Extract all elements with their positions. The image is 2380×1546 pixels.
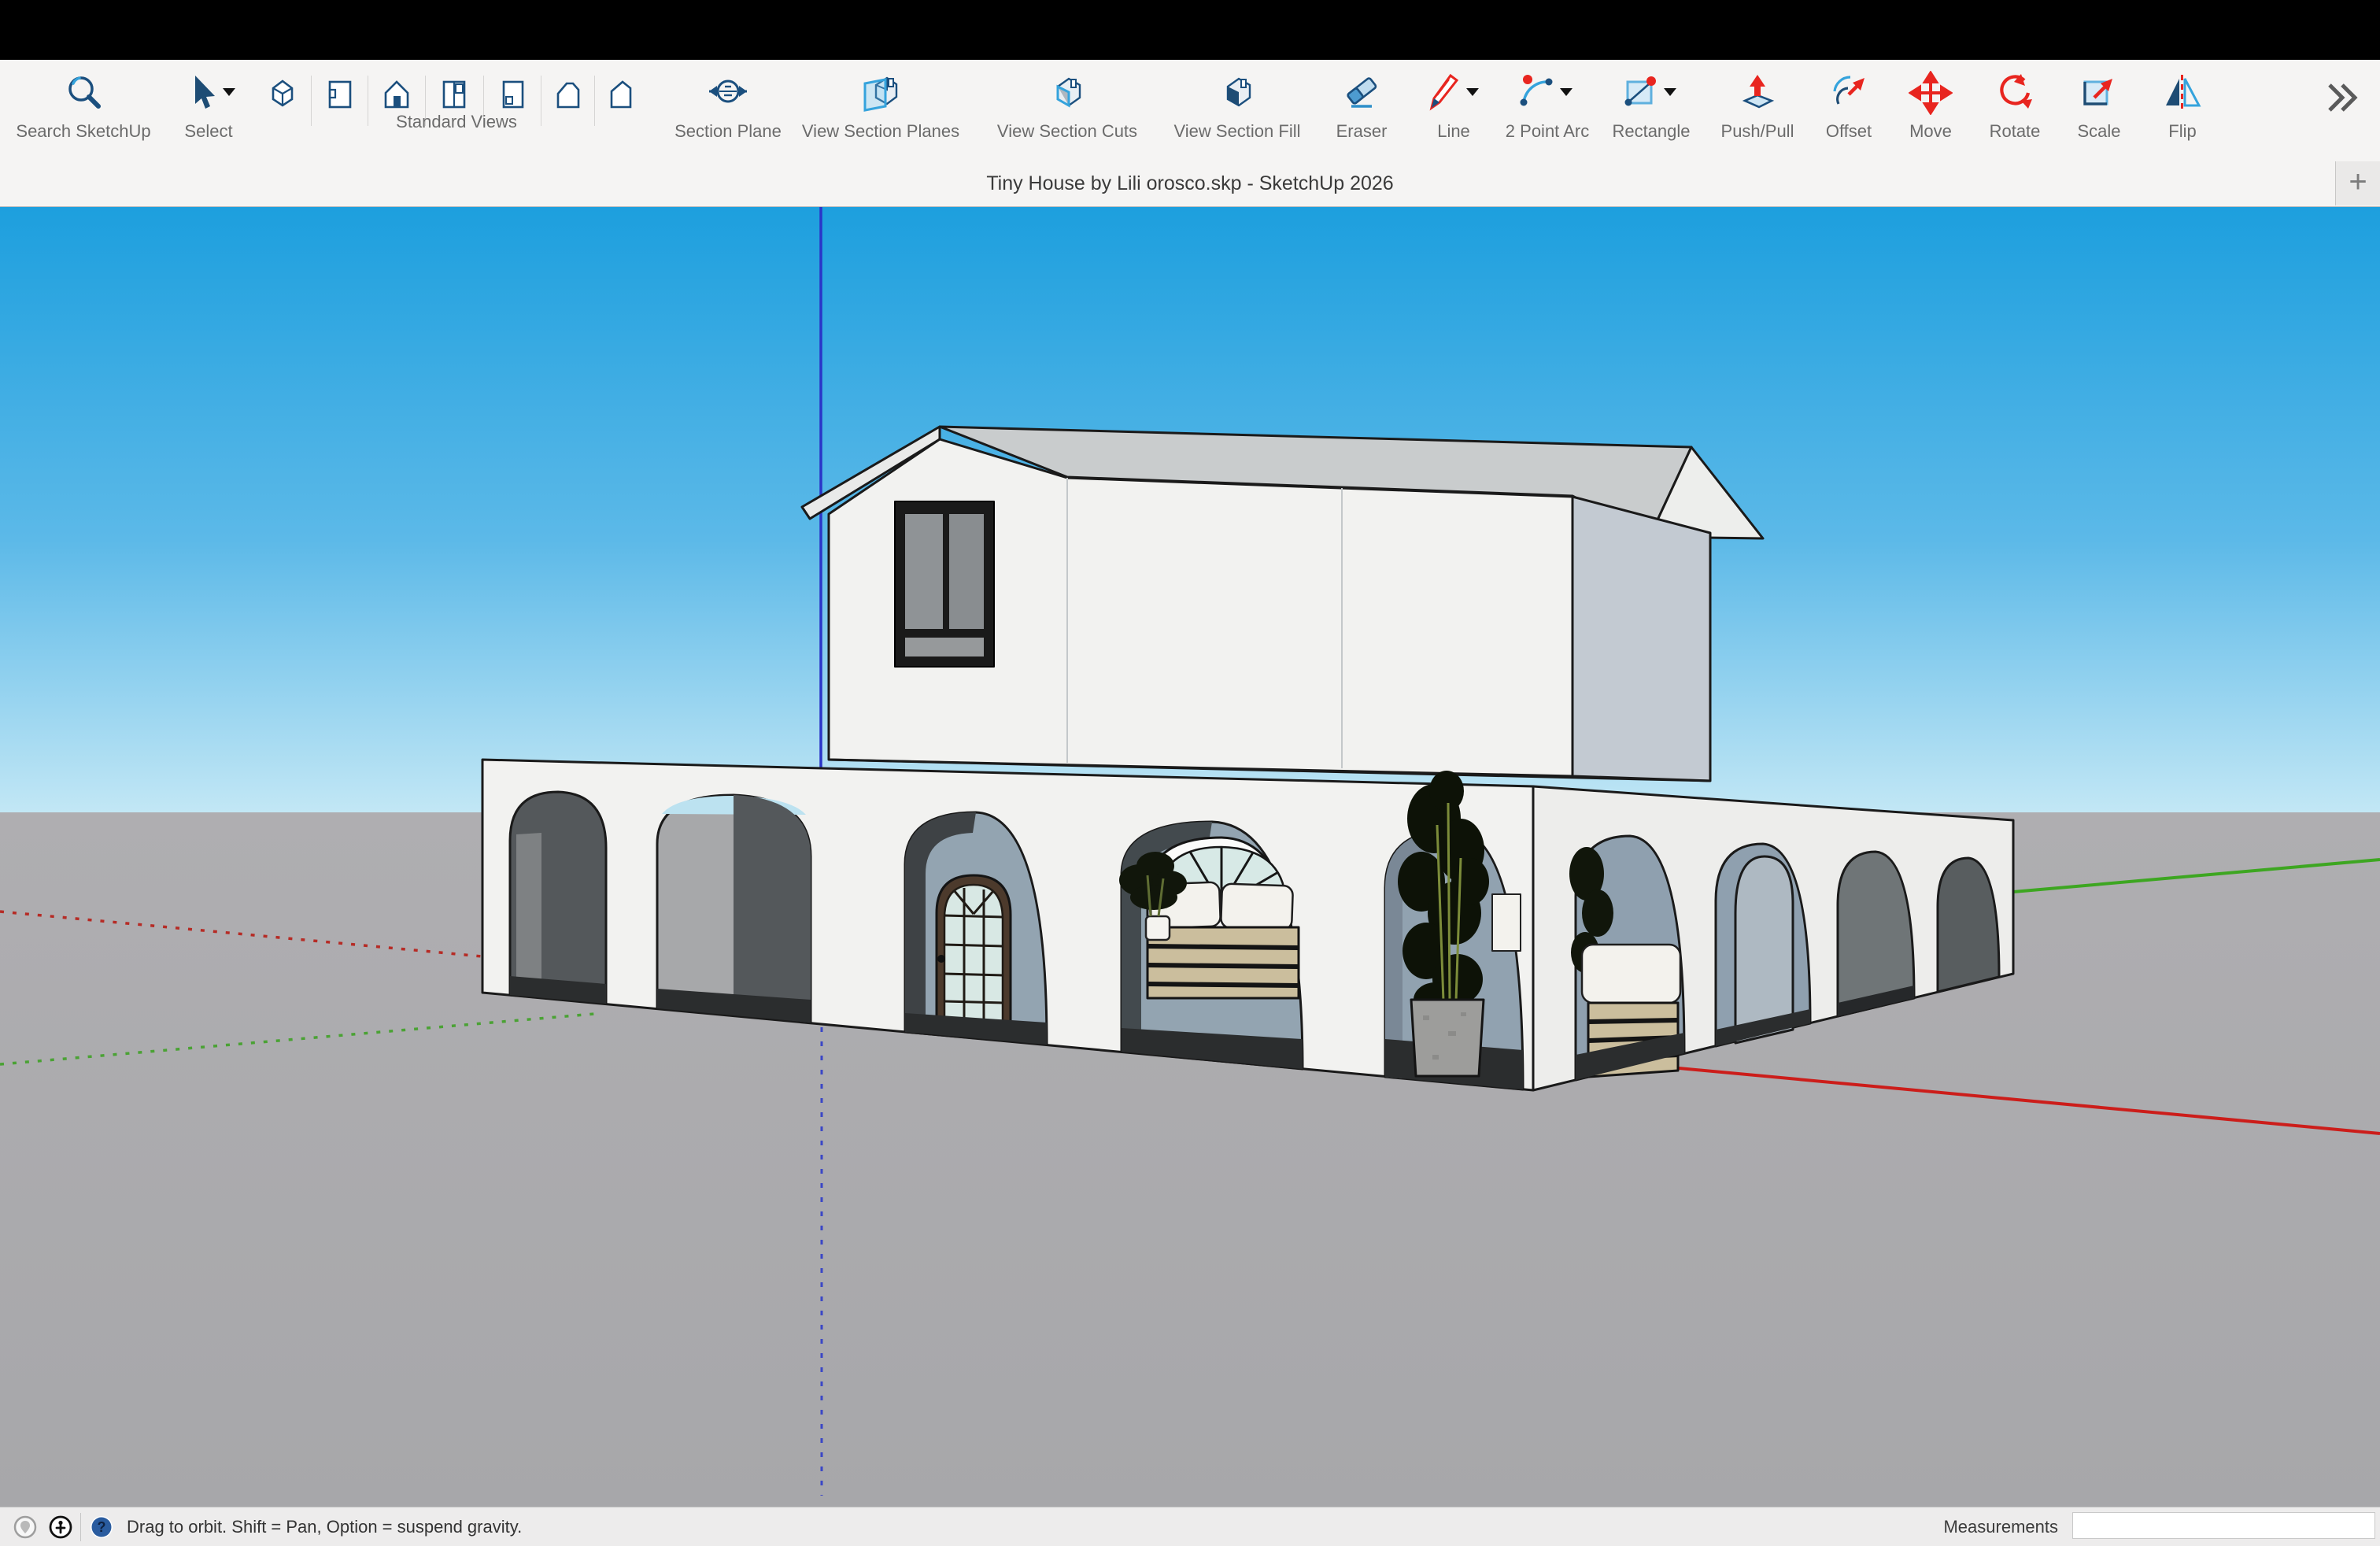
chevron-down-icon bbox=[223, 88, 235, 96]
arch-opening bbox=[510, 792, 606, 1004]
view-section-planes-button[interactable]: View Section Planes bbox=[786, 71, 975, 142]
concrete-planter bbox=[1411, 1000, 1484, 1076]
front-view-icon[interactable] bbox=[379, 72, 414, 117]
arch-opening bbox=[657, 795, 811, 1023]
sketchup-window: Search SketchUp Select bbox=[0, 0, 2380, 1546]
back-view-icon[interactable] bbox=[496, 72, 530, 117]
flip-icon bbox=[2160, 71, 2204, 115]
house-plane-icon bbox=[859, 71, 903, 115]
cursor-icon bbox=[176, 71, 242, 115]
tool-label: Standard Views bbox=[362, 112, 551, 132]
toolbar-separator bbox=[594, 76, 595, 126]
tool-label: Flip bbox=[2088, 121, 2277, 142]
person-icon[interactable] bbox=[49, 1515, 72, 1539]
toolbar-separator bbox=[311, 76, 312, 126]
sofa-arm-cushion bbox=[1492, 894, 1521, 951]
house-cut-icon bbox=[1045, 71, 1089, 115]
geolocation-icon[interactable] bbox=[13, 1515, 37, 1539]
document-title: Tiny House by Lili orosco.skp - SketchUp… bbox=[0, 172, 2380, 195]
status-bar: ? Drag to orbit. Shift = Pan, Option = s… bbox=[0, 1507, 2380, 1546]
svg-text:?: ? bbox=[98, 1519, 106, 1535]
tool-label: Select bbox=[114, 121, 303, 142]
top-view-icon[interactable] bbox=[551, 72, 586, 117]
upstairs-window bbox=[895, 501, 994, 667]
statusbar-divider bbox=[80, 1513, 81, 1541]
model-viewport[interactable] bbox=[0, 207, 2380, 1507]
door-handle bbox=[937, 955, 945, 963]
chevrons-right-icon bbox=[2319, 80, 2363, 115]
upper-story-side-wall bbox=[1572, 497, 1710, 781]
measurements-label: Measurements bbox=[1943, 1517, 2058, 1537]
title-bar: Tiny House by Lili orosco.skp - SketchUp… bbox=[0, 161, 2380, 207]
more-tools-button[interactable] bbox=[2246, 80, 2380, 115]
tool-label: View Section Cuts bbox=[973, 121, 1162, 142]
help-icon[interactable]: ? bbox=[90, 1515, 113, 1539]
status-hint: Drag to orbit. Shift = Pan, Option = sus… bbox=[127, 1517, 522, 1537]
section-plane-icon bbox=[706, 71, 750, 115]
tool-label: View Section Planes bbox=[786, 121, 975, 142]
right-view-icon[interactable] bbox=[437, 72, 471, 117]
house-fill-icon bbox=[1215, 71, 1259, 115]
top-black-bar bbox=[0, 0, 2380, 60]
standard-views-group: Standard Views bbox=[362, 112, 551, 132]
model-canvas bbox=[0, 207, 2380, 1507]
left-view-icon[interactable] bbox=[322, 72, 357, 117]
main-toolbar: Search SketchUp Select bbox=[0, 60, 2380, 161]
iso-view-icon[interactable] bbox=[265, 72, 300, 117]
measurements-input[interactable] bbox=[2072, 1512, 2375, 1539]
view-section-cuts-button[interactable]: View Section Cuts bbox=[973, 71, 1162, 142]
magnifier-icon bbox=[61, 71, 105, 115]
add-tab-button[interactable]: + bbox=[2335, 161, 2380, 205]
